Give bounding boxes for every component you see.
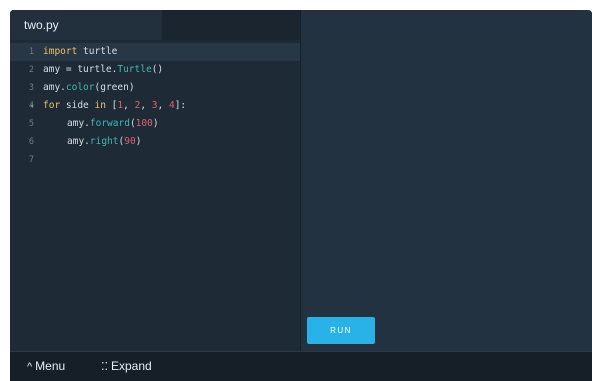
- chevron-up-icon: ^: [27, 361, 33, 373]
- menu-label: Menu: [35, 359, 66, 373]
- code-line[interactable]: 3 amy.color(green): [10, 79, 300, 97]
- code-token: Turtle: [117, 64, 152, 75]
- expand-label: Expand: [111, 359, 152, 373]
- line-number: 1: [28, 47, 34, 57]
- code-token: [: [105, 100, 118, 111]
- code-token: (green): [94, 82, 135, 93]
- line-number: 7: [28, 155, 34, 165]
- code-token: for: [43, 100, 61, 111]
- code-token: ,: [123, 100, 135, 111]
- code-token: ,: [140, 100, 152, 111]
- code-line[interactable]: 4 ▾ for side in [1, 2, 3, 4]:: [10, 97, 300, 115]
- code-token: side: [60, 100, 95, 111]
- expand-button[interactable]: ⁚⁚ Expand: [101, 352, 152, 381]
- code-text: amy.forward(100): [43, 115, 159, 133]
- expand-icon: ⁚⁚: [101, 361, 108, 373]
- editor-pane[interactable]: two.py 1 import turtle 2 amy = turtle.Turtl…: [10, 10, 300, 351]
- code-token: ): [152, 118, 159, 129]
- code-token: turtle: [77, 46, 118, 57]
- code-line[interactable]: 1 import turtle: [10, 43, 300, 61]
- code-text: amy.color(green): [43, 79, 135, 97]
- code-token: in: [94, 100, 106, 111]
- bottom-bar: ^ Menu ⁚⁚ Expand: [10, 351, 592, 381]
- code-token: 90: [124, 136, 136, 147]
- code-token: ,: [157, 100, 169, 111]
- code-token: amy.: [67, 118, 90, 129]
- line-number: 6: [28, 137, 34, 147]
- code-token: amy.: [67, 136, 90, 147]
- fold-arrow-icon[interactable]: ▾: [30, 97, 34, 115]
- code-token: forward: [89, 118, 130, 129]
- code-token: ): [135, 136, 142, 147]
- output-pane: RUN: [301, 10, 592, 351]
- code-text: amy = turtle.Turtle(): [43, 61, 163, 79]
- code-token: ]:: [174, 100, 187, 111]
- tab-bar: two.py: [10, 10, 300, 40]
- code-token: amy.: [43, 82, 66, 93]
- code-line[interactable]: 2 amy = turtle.Turtle(): [10, 61, 300, 79]
- code-text: for side in [1, 2, 3, 4]:: [43, 97, 186, 115]
- code-text: import turtle: [43, 43, 117, 61]
- line-number: 5: [28, 119, 34, 129]
- code-text: amy.right(90): [43, 133, 141, 151]
- code-line[interactable]: 5 amy.forward(100): [10, 115, 300, 133]
- tab-two-py[interactable]: two.py: [10, 10, 162, 40]
- line-number: 2: [28, 65, 34, 75]
- code-token: amy = turtle.: [43, 64, 118, 75]
- run-button[interactable]: RUN: [307, 317, 375, 344]
- code-area[interactable]: 1 import turtle 2 amy = turtle.Turtle() 3 amy…: [10, 40, 300, 351]
- code-token: right: [89, 136, 119, 147]
- line-number: 3: [28, 83, 34, 93]
- code-line[interactable]: 6 amy.right(90): [10, 133, 300, 151]
- code-token: import: [43, 46, 78, 57]
- code-line[interactable]: 7: [10, 151, 300, 169]
- code-token: (): [151, 64, 164, 75]
- code-token: color: [65, 82, 95, 93]
- code-token: 100: [135, 118, 153, 129]
- code-editor-window: two.py 1 import turtle 2 amy = turtle.Turtl…: [10, 10, 592, 381]
- menu-button[interactable]: ^ Menu: [27, 352, 65, 381]
